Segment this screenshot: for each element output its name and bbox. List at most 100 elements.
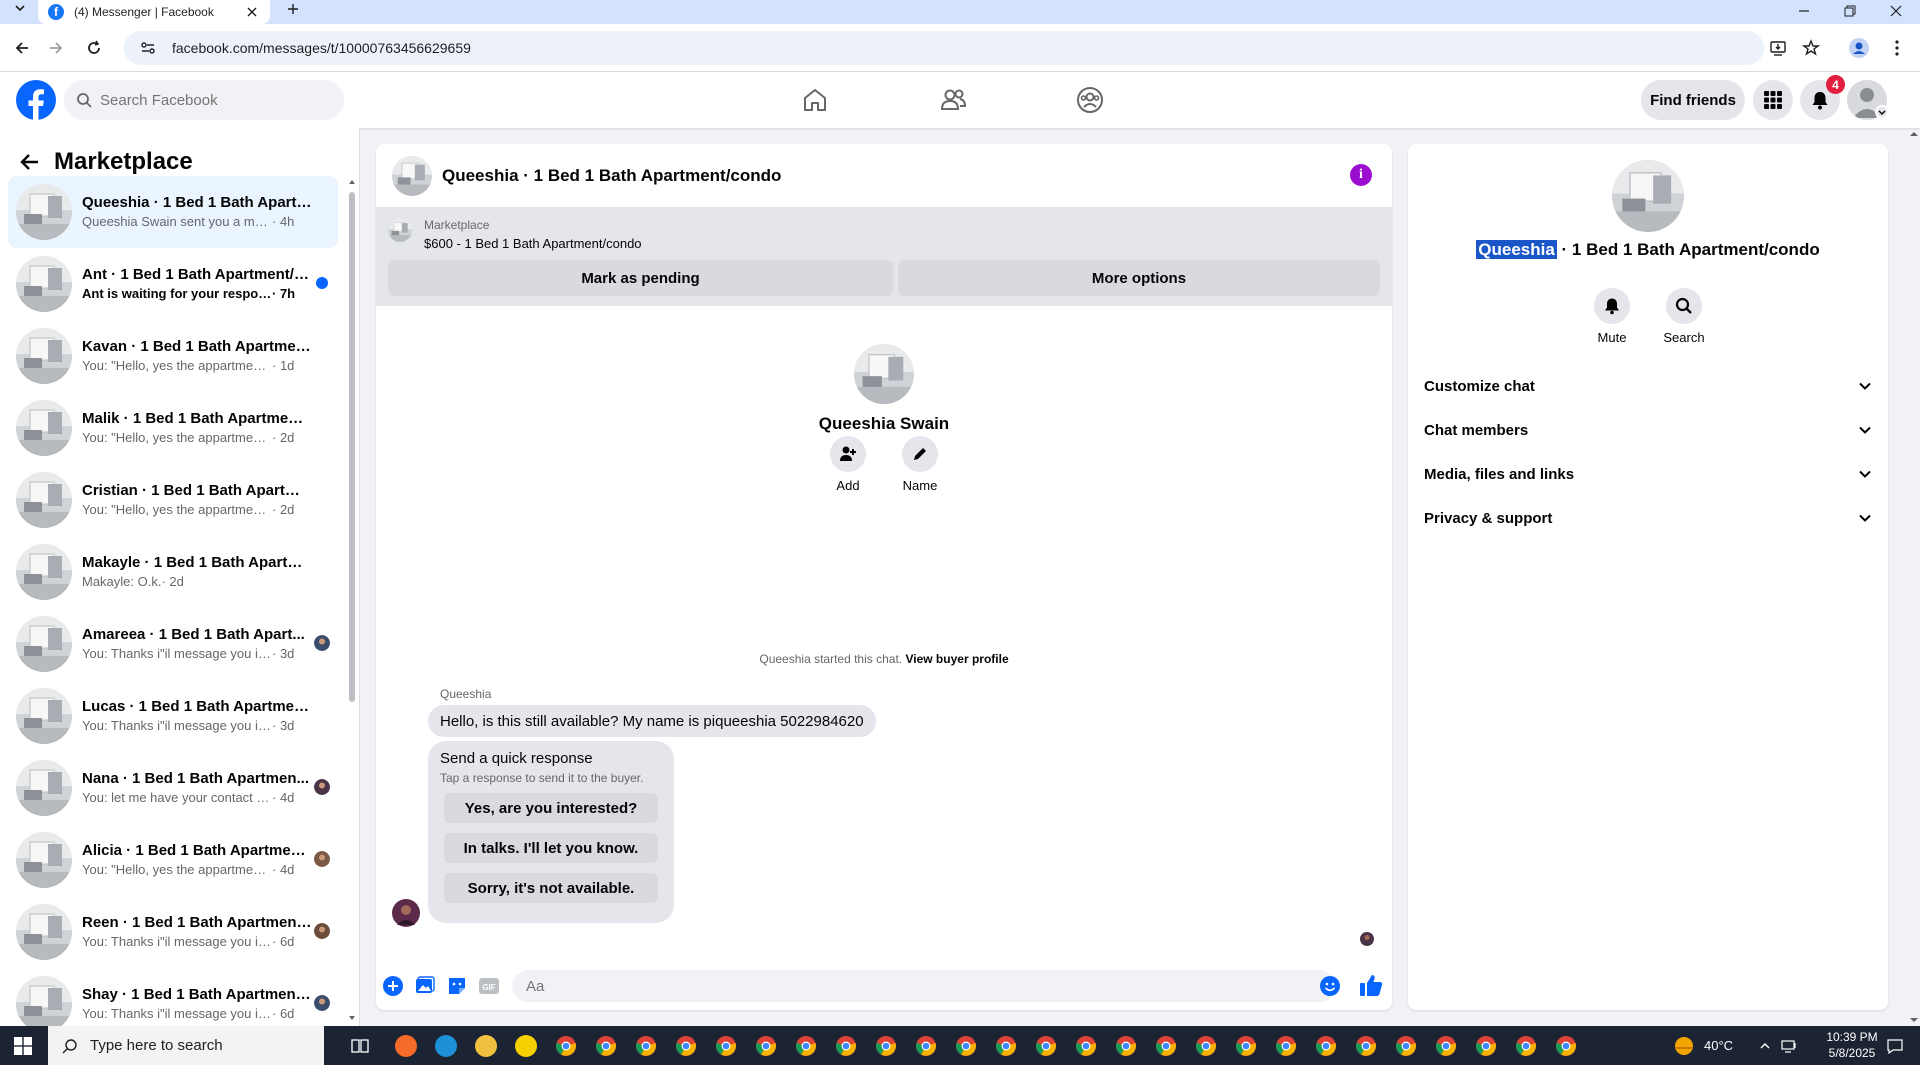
sticky-notes-icon[interactable] [512,1032,540,1060]
back-arrow-icon[interactable] [20,152,40,172]
browser-menu-icon[interactable] [1887,38,1907,58]
find-friends-button[interactable]: Find friends [1641,80,1745,120]
conversation-info-icon[interactable]: i [1350,164,1372,186]
browser-profile-icon[interactable] [1849,38,1869,58]
more-options-button[interactable]: More options [898,260,1380,296]
facebook-search-box[interactable] [64,80,344,120]
quick-response-yes-button[interactable]: Yes, are you interested? [444,793,658,823]
chrome-window-icon[interactable] [1392,1032,1420,1060]
task-view-icon[interactable] [346,1032,374,1060]
sidebar-scrollbar[interactable] [348,178,356,1022]
sender-avatar[interactable] [392,899,420,927]
attach-photo-icon[interactable] [414,975,436,997]
chrome-window-icon[interactable] [1072,1032,1100,1060]
reload-icon[interactable] [80,34,108,62]
chrome-window-icon[interactable] [1312,1032,1340,1060]
bell-icon[interactable] [1594,288,1630,324]
chrome-window-icon[interactable] [752,1032,780,1060]
chrome-window-icon[interactable] [832,1032,860,1060]
page-scrollbar[interactable] [1908,128,1920,1026]
conversation-item[interactable]: Alicia · 1 Bed 1 Bath Apartmen... You: "H… [8,824,338,896]
chrome-window-icon[interactable] [1512,1032,1540,1060]
conversation-item[interactable]: Cristian · 1 Bed 1 Bath Apartmen... You: … [8,464,338,536]
window-restore-icon[interactable] [1828,0,1872,22]
tab-close-icon[interactable] [244,4,260,20]
conversation-item[interactable]: Malik · 1 Bed 1 Bath Apartment/... You: "… [8,392,338,464]
new-tab-plus-icon[interactable] [282,0,304,18]
facebook-search-input[interactable] [100,91,320,109]
pencil-icon[interactable] [902,436,938,472]
mute-action[interactable]: Mute [1582,288,1642,345]
facebook-logo-icon[interactable] [16,80,56,120]
emoji-icon[interactable] [1320,976,1340,996]
more-actions-plus-icon[interactable] [382,975,404,997]
taskbar-clock[interactable]: 10:39 PM 5/8/2025 [1820,1029,1884,1061]
show-hidden-icons-chevron-icon[interactable] [1756,1037,1774,1055]
mark-as-pending-button[interactable]: Mark as pending [388,260,893,296]
chrome-window-icon[interactable] [1112,1032,1140,1060]
window-close-icon[interactable] [1874,0,1918,22]
incoming-message-bubble[interactable]: Hello, is this still available? My name … [428,705,876,737]
network-icon[interactable] [1780,1037,1798,1055]
chrome-window-icon[interactable] [1432,1032,1460,1060]
account-chevron-down-icon[interactable] [1875,105,1889,119]
nav-groups-icon[interactable] [1034,80,1146,120]
chat-header-avatar[interactable] [392,156,432,196]
chrome-window-icon[interactable] [912,1032,940,1060]
add-person-action[interactable]: Add [818,436,878,493]
nav-home-icon[interactable] [759,80,871,120]
conversation-item[interactable]: Reen · 1 Bed 1 Bath Apartment... You: Tha… [8,896,338,968]
chrome-window-icon[interactable] [592,1032,620,1060]
chrome-window-icon[interactable] [792,1032,820,1060]
sidebar-scrollbar-thumb[interactable] [349,192,355,702]
quick-response-not-available-button[interactable]: Sorry, it's not available. [444,873,658,903]
edit-name-action[interactable]: Name [890,436,950,493]
window-minimize-icon[interactable] [1782,0,1826,22]
taskbar-weather[interactable]: 40°C [1672,1026,1733,1065]
thumbs-up-like-icon[interactable] [1358,972,1384,998]
tab-search-chevron-icon[interactable] [8,0,32,16]
add-person-icon[interactable] [830,436,866,472]
chrome-window-icon[interactable] [1472,1032,1500,1060]
contact-avatar[interactable] [854,344,914,404]
site-settings-icon[interactable] [138,38,158,58]
chrome-window-icon[interactable] [1152,1032,1180,1060]
chrome-window-icon[interactable] [1192,1032,1220,1060]
conversation-item[interactable]: Ant · 1 Bed 1 Bath Apartment/c... Ant is … [8,248,338,320]
menu-grid-icon[interactable] [1753,80,1793,120]
search-icon[interactable] [1666,288,1702,324]
sticker-icon[interactable] [446,975,468,997]
nav-friends-icon[interactable] [897,80,1009,120]
message-input[interactable] [512,970,1336,1002]
chrome-window-icon[interactable] [1272,1032,1300,1060]
install-app-icon[interactable] [1768,38,1788,58]
chrome-window-icon[interactable] [872,1032,900,1060]
quick-response-in-talks-button[interactable]: In talks. I'll let you know. [444,833,658,863]
windows-start-icon[interactable] [0,1026,46,1065]
chrome-window-icon[interactable] [952,1032,980,1060]
section-customize-chat[interactable]: Customize chat [1424,366,1872,406]
copilot-app-icon[interactable] [392,1032,420,1060]
chrome-window-icon[interactable] [992,1032,1020,1060]
chrome-window-icon[interactable] [712,1032,740,1060]
section-media-files-links[interactable]: Media, files and links [1424,454,1872,494]
section-chat-members[interactable]: Chat members [1424,410,1872,450]
conversation-item[interactable]: Nana · 1 Bed 1 Bath Apartmen... You: let … [8,752,338,824]
chrome-window-icon[interactable] [632,1032,660,1060]
bookmark-star-icon[interactable] [1801,38,1821,58]
gif-icon[interactable]: GIF [478,975,500,997]
chrome-window-icon[interactable] [672,1032,700,1060]
notification-center-icon[interactable] [1886,1037,1904,1055]
conversation-item[interactable]: Queeshia · 1 Bed 1 Bath Apartme... Queesh… [8,176,338,248]
edge-browser-icon[interactable] [432,1032,460,1060]
search-action[interactable]: Search [1654,288,1714,345]
conversation-item[interactable]: Lucas · 1 Bed 1 Bath Apartment/... You: T… [8,680,338,752]
chat-title[interactable]: Queeshia · 1 Bed 1 Bath Apartment/condo [442,166,781,186]
taskbar-search-box[interactable]: Type here to search [48,1026,324,1065]
listing-price-title[interactable]: $600 - 1 Bed 1 Bath Apartment/condo [424,236,642,251]
conversation-item[interactable]: Makayle · 1 Bed 1 Bath Apartme... Makayle… [8,536,338,608]
view-buyer-profile-link[interactable]: View buyer profile [905,652,1008,666]
listing-thumbnail[interactable] [388,218,412,242]
back-arrow-icon[interactable] [8,34,36,62]
browser-tab-messenger[interactable]: f (4) Messenger | Facebook [38,0,270,24]
